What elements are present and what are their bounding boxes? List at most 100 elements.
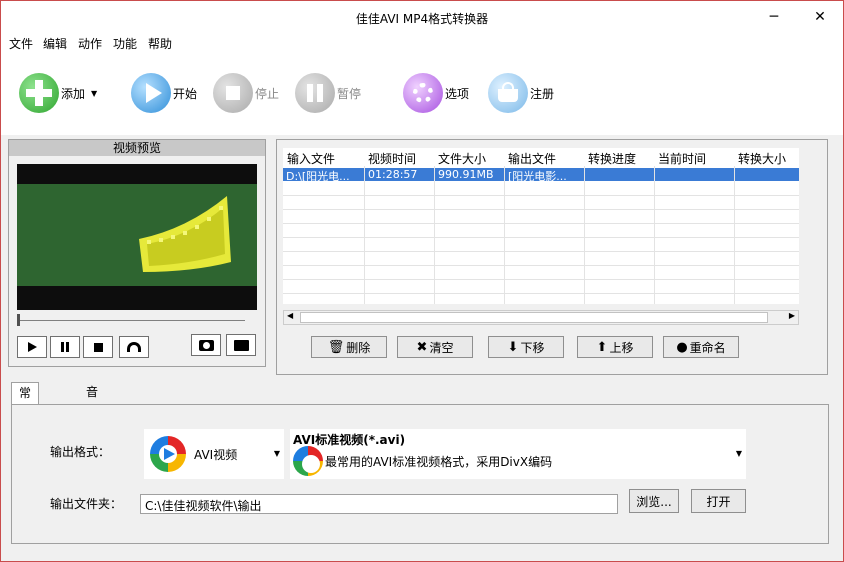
avi-logo-icon (150, 436, 186, 472)
tab-advanced[interactable]: 音视频高级设置 (79, 382, 105, 519)
chevron-down-icon: ▼ (91, 88, 98, 98)
file-table: 输入文件 视频时间 文件大小 输出文件 转换进度 当前时间 转换大小 D:\[阳… (283, 148, 799, 304)
start-label: 开始 (173, 86, 198, 101)
cell-output: [阳光电影... (508, 170, 567, 183)
preview-audio-button[interactable] (119, 336, 149, 358)
cell-duration: 01:28:57 (368, 168, 418, 181)
register-label: 注册 (530, 86, 555, 101)
close-button[interactable]: ✕ (797, 1, 843, 33)
toolbar: 添加 ▼ 开始 停止 暂停 选项 注册 (1, 53, 843, 135)
stop-icon (213, 73, 253, 113)
format-value: AVI视频 (194, 448, 238, 462)
open-folder-button[interactable] (226, 334, 256, 356)
column-header[interactable]: 转换大小 (738, 150, 786, 167)
settings-panel: 输出格式： AVI视频 ▼ AVI标准视频(*.avi) 最常用的AVI标准视频… (11, 404, 829, 544)
move-down-label: 下移 (520, 340, 545, 355)
minimize-button[interactable]: ─ (751, 1, 797, 33)
profile-desc: 最常用的AVI标准视频格式，采用DivX编码 (325, 455, 553, 469)
arrow-up-icon: ⬆ (596, 339, 608, 355)
pause-button[interactable]: 暂停 (295, 71, 361, 115)
move-up-label: 上移 (609, 340, 634, 355)
folder-icon (233, 339, 249, 351)
minimize-icon: ─ (769, 9, 779, 25)
open-button[interactable]: 打开 (691, 489, 746, 513)
column-header[interactable]: 转换进度 (588, 150, 636, 167)
scroll-right-icon[interactable]: ▶ (789, 311, 795, 320)
preview-pause-button[interactable] (50, 336, 80, 358)
pause-icon (61, 342, 69, 352)
seek-handle[interactable] (17, 314, 20, 326)
snapshot-button[interactable] (191, 334, 221, 356)
column-header[interactable]: 当前时间 (658, 150, 706, 167)
preview-play-button[interactable] (17, 336, 47, 358)
chevron-down-icon: ▼ (735, 449, 742, 458)
menu-edit[interactable]: 编辑 (43, 35, 67, 52)
register-button[interactable]: 注册 (488, 71, 554, 115)
table-row[interactable]: D:\[阳光电... 01:28:57 990.91MB [阳光电影... (283, 168, 799, 183)
scroll-left-icon[interactable]: ◀ (287, 311, 293, 320)
start-button[interactable]: 开始 (131, 71, 197, 115)
arrow-down-icon: ⬇ (507, 339, 519, 355)
film-strip-image (139, 196, 231, 272)
add-label: 添加 (61, 86, 86, 101)
rename-label: 重命名 (689, 340, 726, 355)
seek-bar[interactable] (17, 314, 245, 326)
column-header[interactable]: 文件大小 (438, 150, 486, 167)
scrollbar-thumb[interactable] (300, 312, 768, 323)
video-frame (17, 184, 257, 286)
delete-label: 删除 (346, 340, 371, 355)
chevron-down-icon: ▼ (273, 449, 280, 458)
trash-icon: 🗑 (327, 339, 345, 355)
browse-button[interactable]: 浏览... (629, 489, 679, 513)
options-label: 选项 (445, 86, 470, 101)
add-button[interactable]: 添加 ▼ (19, 71, 97, 115)
film-reel-icon: ● (676, 339, 688, 355)
column-header[interactable]: 输出文件 (508, 150, 556, 167)
play-icon (131, 73, 171, 113)
menu-help[interactable]: 帮助 (148, 35, 172, 52)
output-format-label: 输出格式： (50, 445, 111, 459)
stop-button[interactable]: 停止 (213, 71, 279, 115)
move-up-button[interactable]: ⬆ 上移 (577, 336, 653, 358)
cell-input: D:\[阳光电... (286, 170, 350, 183)
camera-icon (198, 339, 214, 351)
tab-general[interactable]: 常规设置 (11, 382, 40, 460)
menu-file[interactable]: 文件 (9, 35, 33, 52)
move-down-button[interactable]: ⬇ 下移 (488, 336, 564, 358)
pause-icon (295, 73, 335, 113)
video-preview (17, 164, 257, 310)
column-header[interactable]: 视频时间 (368, 150, 416, 167)
window-title: 佳佳AVI MP4格式转换器 (355, 12, 489, 26)
pause-label: 暂停 (337, 86, 362, 101)
gear-icon (403, 73, 443, 113)
cell-size: 990.91MB (438, 168, 494, 181)
profile-select[interactable]: AVI标准视频(*.avi) 最常用的AVI标准视频格式，采用DivX编码 ▼ (290, 429, 746, 479)
play-icon (27, 342, 37, 352)
clear-button[interactable]: ✖ 清空 (397, 336, 473, 358)
avi-logo-icon (293, 446, 323, 476)
menu-bar: 文件 编辑 动作 功能 帮助 (1, 33, 843, 53)
preview-stop-button[interactable] (83, 336, 113, 358)
basket-icon (488, 73, 528, 113)
stop-label: 停止 (255, 86, 280, 101)
menu-function[interactable]: 功能 (113, 35, 137, 52)
x-icon: ✖ (416, 339, 428, 355)
delete-button[interactable]: 🗑 删除 (311, 336, 387, 358)
rename-button[interactable]: ● 重命名 (663, 336, 739, 358)
stop-icon (93, 342, 103, 352)
title-bar: 佳佳AVI MP4格式转换器 ─ ✕ (1, 1, 843, 33)
preview-title: 视频预览 (9, 140, 265, 156)
close-icon: ✕ (814, 9, 826, 25)
app-window: 佳佳AVI MP4格式转换器 ─ ✕ 文件 编辑 动作 功能 帮助 添加 ▼ 开… (0, 0, 844, 562)
menu-action[interactable]: 动作 (78, 35, 102, 52)
output-folder-label: 输出文件夹： (50, 497, 123, 511)
horizontal-scrollbar[interactable]: ◀ ▶ (283, 310, 799, 325)
options-button[interactable]: 选项 (403, 71, 469, 115)
clear-label: 清空 (429, 340, 454, 355)
format-select[interactable]: AVI视频 ▼ (144, 429, 284, 479)
column-header[interactable]: 输入文件 (287, 150, 335, 167)
output-folder-input[interactable]: C:\佳佳视频软件\输出 (140, 494, 618, 514)
preview-panel: 视频预览 (8, 139, 266, 367)
headphones-icon (127, 342, 141, 352)
file-list-panel: 输入文件 视频时间 文件大小 输出文件 转换进度 当前时间 转换大小 D:\[阳… (276, 139, 828, 375)
